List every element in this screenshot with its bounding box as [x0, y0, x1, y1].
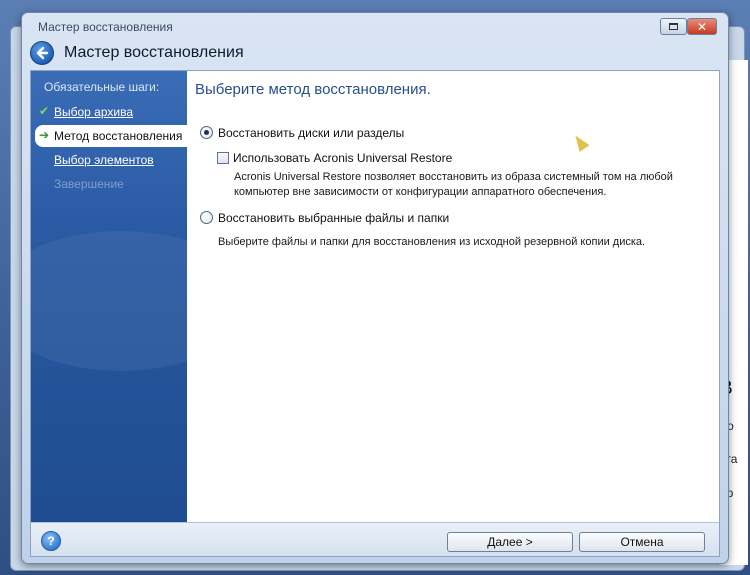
step-label: Выбор архива	[54, 105, 134, 119]
help-icon: ?	[47, 534, 55, 548]
universal-restore-label[interactable]: Использовать Acronis Universal Restore	[233, 151, 452, 165]
page-title: Выберите метод восстановления.	[195, 81, 431, 98]
wizard-title: Мастер восстановления	[64, 44, 244, 61]
restore-button[interactable]	[660, 18, 687, 35]
universal-restore-description-2: компьютер вне зависимости от конфигураци…	[234, 186, 607, 198]
back-arrow-icon	[36, 46, 49, 60]
step-recovery-method: ➔ Метод восстановления	[35, 125, 187, 147]
close-button[interactable]: ✕	[687, 18, 717, 35]
steps-sidebar: Обязательные шаги: ✔ Выбор архива ➔ Мето…	[31, 71, 187, 522]
arrow-right-icon: ➔	[39, 128, 50, 142]
restore-window-icon	[669, 23, 678, 30]
check-icon: ✔	[39, 104, 50, 118]
step-finish: Завершение	[35, 173, 187, 195]
restore-files-description: Выберите файлы и папки для восстановлени…	[218, 236, 646, 248]
close-icon: ✕	[696, 19, 708, 34]
sidebar-decoration	[31, 231, 187, 371]
title-bar[interactable]: Мастер восстановления ✕	[22, 13, 728, 39]
option-restore-files-label[interactable]: Восстановить выбранные файлы и папки	[218, 211, 449, 225]
radio-restore-disks[interactable]	[200, 126, 213, 139]
step-label: Выбор элементов	[54, 153, 154, 167]
next-button[interactable]: Далее >	[447, 532, 573, 552]
step-label: Завершение	[54, 177, 124, 191]
recovery-wizard-dialog: Мастер восстановления ✕ Мастер восстанов…	[21, 12, 729, 564]
step-select-archive[interactable]: ✔ Выбор архива	[35, 101, 187, 123]
radio-restore-files[interactable]	[200, 211, 213, 224]
mouse-cursor-icon	[570, 132, 590, 152]
checkbox-universal-restore[interactable]	[217, 152, 229, 164]
back-button[interactable]	[30, 41, 54, 65]
wizard-header: Мастер восстановления	[30, 39, 720, 69]
help-button[interactable]: ?	[41, 531, 61, 551]
universal-restore-description-1: Acronis Universal Restore позволяет восс…	[234, 171, 673, 183]
step-label: Метод восстановления	[54, 129, 183, 143]
required-steps-heading: Обязательные шаги:	[44, 80, 160, 94]
option-restore-disks-label[interactable]: Восстановить диски или разделы	[218, 126, 404, 140]
window-title: Мастер восстановления	[38, 20, 173, 34]
wizard-content: Выберите метод восстановления. Восстанов…	[187, 71, 719, 522]
cancel-button[interactable]: Отмена	[579, 532, 705, 552]
step-select-items[interactable]: Выбор элементов	[35, 149, 187, 171]
wizard-client-area: Обязательные шаги: ✔ Выбор архива ➔ Мето…	[30, 70, 720, 557]
wizard-footer: ? Далее > Отмена	[31, 522, 719, 556]
